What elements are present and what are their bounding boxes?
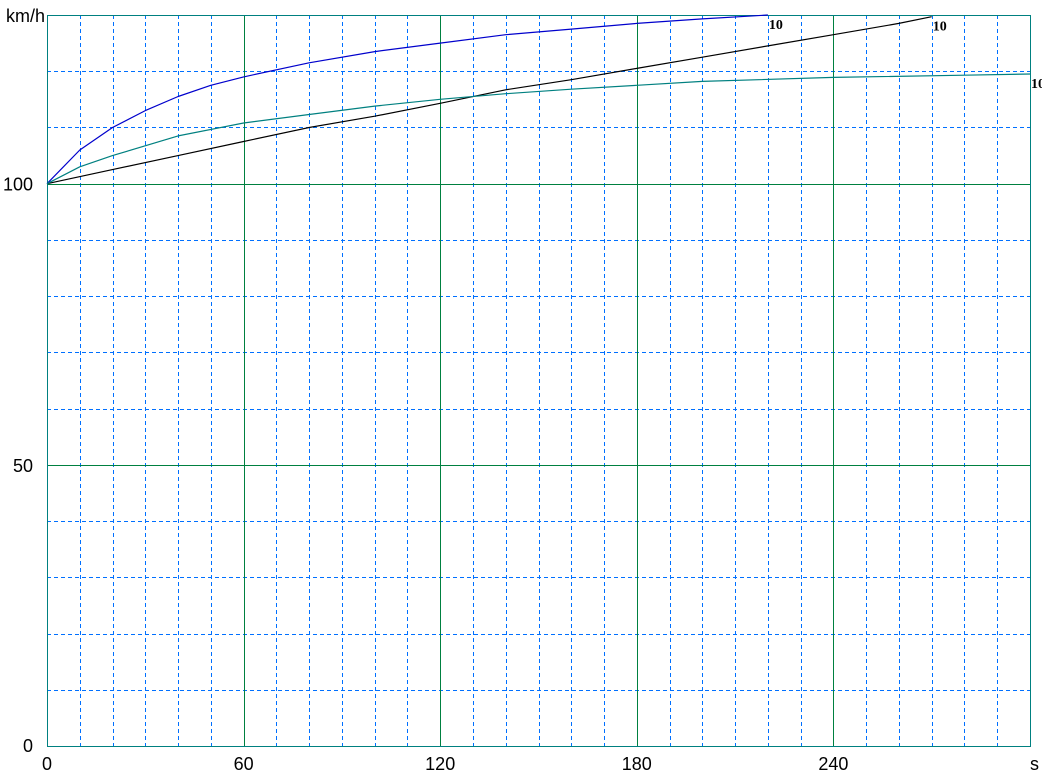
series-end-label-1: 10 — [769, 18, 783, 33]
speed-time-chart: 10 10 10 0 50 100 0 60 120 180 240 km/h s — [0, 0, 1042, 773]
series-end-label-3: 10 — [1031, 77, 1042, 92]
x-axis-label: s — [1030, 754, 1039, 773]
y-tick-label: 50 — [13, 456, 33, 476]
x-tick-label: 240 — [818, 754, 848, 773]
x-tick-label: 180 — [622, 754, 652, 773]
y-tick-label: 0 — [23, 736, 33, 756]
x-tick-label: 120 — [425, 754, 455, 773]
y-axis-label: km/h — [6, 6, 45, 26]
series-end-label-2: 10 — [933, 20, 947, 35]
x-tick-label: 0 — [42, 754, 52, 773]
chart-svg: 10 10 10 0 50 100 0 60 120 180 240 km/h s — [0, 0, 1042, 773]
x-tick-label: 60 — [234, 754, 254, 773]
y-tick-label: 100 — [3, 175, 33, 195]
